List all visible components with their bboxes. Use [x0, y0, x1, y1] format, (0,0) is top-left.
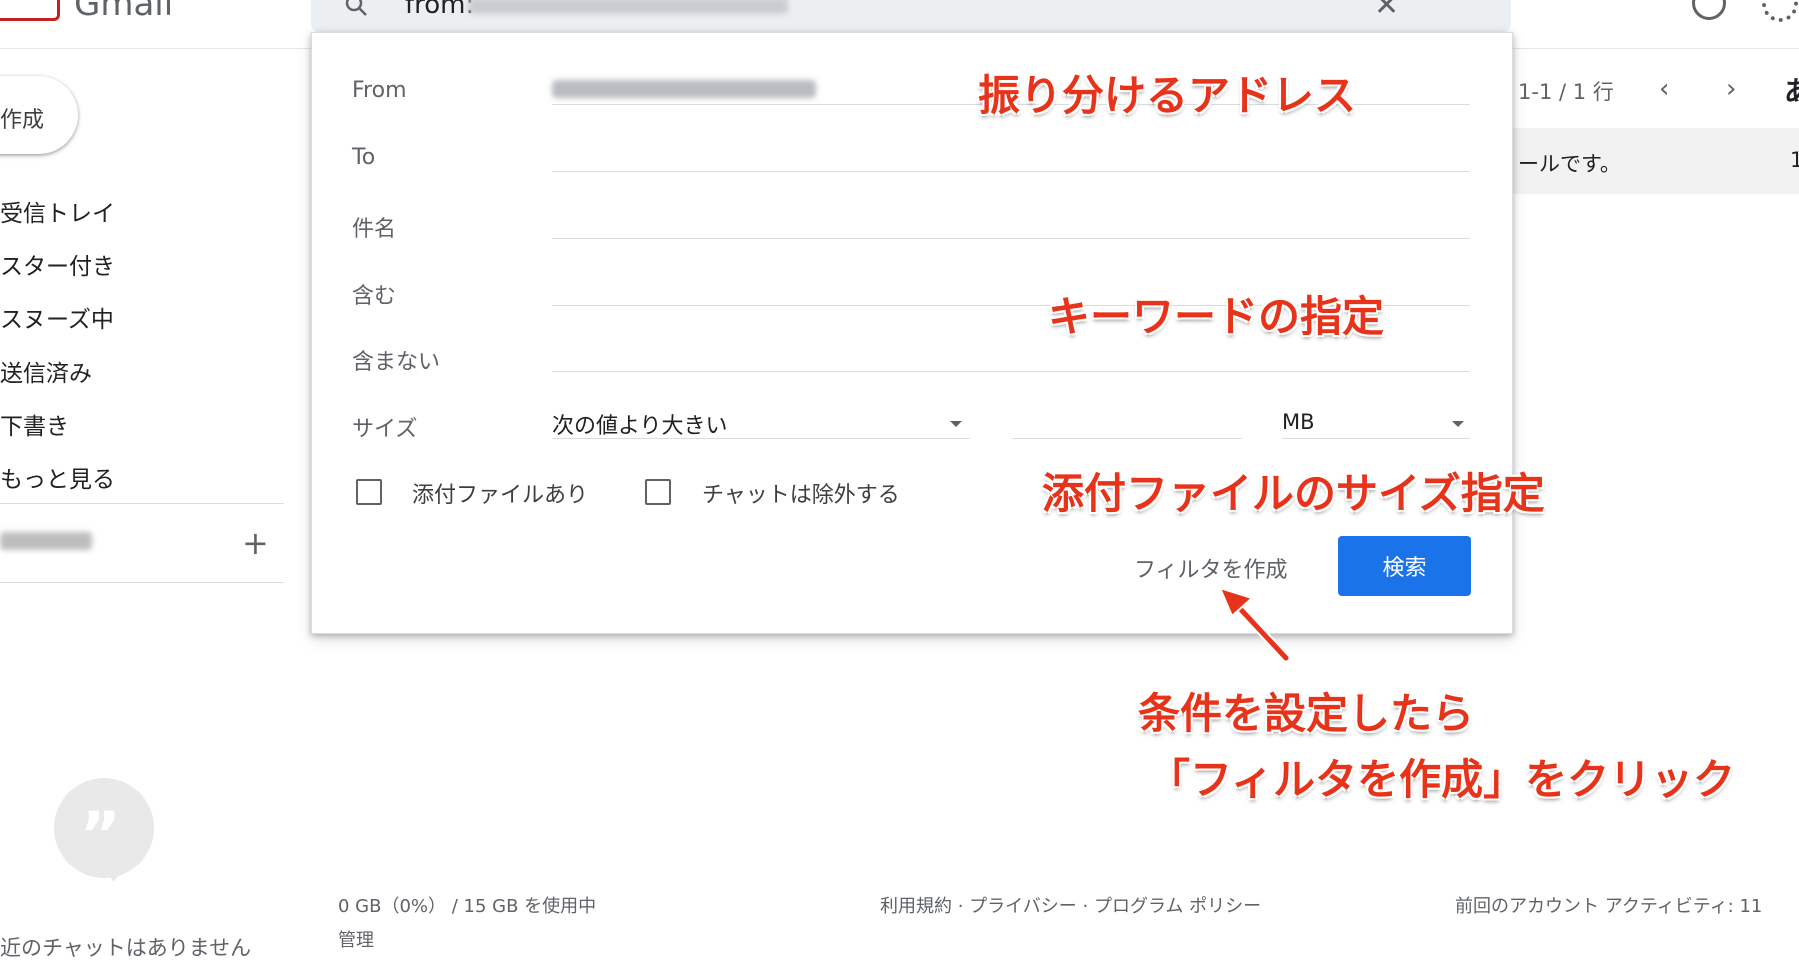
email-date: 1 — [1790, 148, 1799, 172]
storage-usage: 0 GB（0%） / 15 GB を使用中 — [338, 896, 597, 917]
annotation-step2: 「フィルタを作成」をクリック — [1148, 755, 1736, 804]
quote-icon: ” — [80, 798, 121, 871]
from-label: From — [352, 78, 407, 103]
annotation-size: 添付ファイルのサイズ指定 — [1042, 469, 1545, 518]
toolbar-partial-text: あ — [1784, 75, 1799, 108]
chevron-left-icon[interactable]: ‹ — [1659, 74, 1669, 104]
doesnt-have-label: 含まない — [352, 350, 441, 375]
has-attachment-checkbox[interactable] — [356, 479, 382, 505]
search-button[interactable]: 検索 — [1338, 536, 1471, 596]
size-unit-select[interactable]: MB — [1282, 410, 1315, 434]
size-operator-select[interactable]: 次の値より大きい — [552, 408, 728, 440]
has-words-label: 含む — [352, 284, 397, 309]
chevron-right-icon[interactable]: › — [1726, 74, 1736, 104]
email-snippet: ールです。 — [1518, 152, 1621, 176]
size-operator-underline — [552, 438, 970, 439]
chat-empty-text: 近のチャットはありません — [0, 936, 252, 960]
annotation-address: 振り分けるアドレス — [978, 71, 1357, 120]
exclude-chats-checkbox[interactable] — [645, 479, 671, 505]
annotation-keyword: キーワードの指定 — [1048, 292, 1385, 341]
search-icon[interactable] — [345, 0, 367, 16]
dropdown-arrow-icon[interactable] — [950, 421, 962, 427]
sidebar-item-drafts[interactable]: 下書き — [0, 407, 69, 441]
sidebar-divider — [0, 582, 284, 583]
annotation-arrow-icon — [1218, 586, 1291, 663]
gmail-logo-icon[interactable] — [0, 0, 60, 21]
sidebar-divider — [0, 503, 284, 504]
sidebar-item-snoozed[interactable]: スヌーズ中 — [0, 300, 114, 334]
app-logo-text: Gmail — [74, 0, 174, 24]
sidebar-item-sent[interactable]: 送信済み — [0, 354, 92, 388]
subject-field[interactable] — [552, 238, 1470, 239]
manage-link[interactable]: 管理 — [338, 926, 374, 952]
annotation-step1: 条件を設定したら — [1138, 689, 1475, 738]
doesnt-have-field[interactable] — [552, 371, 1470, 372]
add-label-icon[interactable]: + — [242, 524, 269, 562]
search-query[interactable]: from: — [405, 0, 474, 20]
pager-text: 1-1 / 1 行 — [1518, 80, 1614, 104]
compose-label: 作成 — [0, 108, 45, 133]
exclude-chats-label[interactable]: チャットは除外する — [702, 477, 900, 509]
to-field[interactable] — [552, 171, 1470, 172]
sidebar-item-starred[interactable]: スター付き — [0, 247, 115, 281]
sidebar-item-more[interactable]: もっと見る — [0, 460, 115, 494]
footer-links[interactable]: 利用規約 · プライバシー · プログラム ポリシー — [880, 892, 1261, 918]
search-query-redacted — [468, 0, 788, 14]
dropdown-arrow-icon[interactable] — [1452, 421, 1464, 427]
sidebar-item-inbox[interactable]: 受信トレイ — [0, 194, 115, 228]
size-label: サイズ — [352, 417, 418, 442]
has-attachment-label[interactable]: 添付ファイルあり — [412, 477, 588, 509]
close-icon[interactable]: ✕ — [1374, 0, 1399, 23]
sidebar-label-redacted — [0, 532, 92, 550]
account-activity: 前回のアカウント アクティビティ: 11 — [1455, 896, 1763, 917]
size-unit-underline — [1282, 438, 1470, 439]
from-value-redacted — [552, 80, 816, 98]
subject-label: 件名 — [352, 217, 397, 242]
size-value-input[interactable] — [1012, 438, 1242, 439]
to-label: To — [352, 145, 376, 170]
